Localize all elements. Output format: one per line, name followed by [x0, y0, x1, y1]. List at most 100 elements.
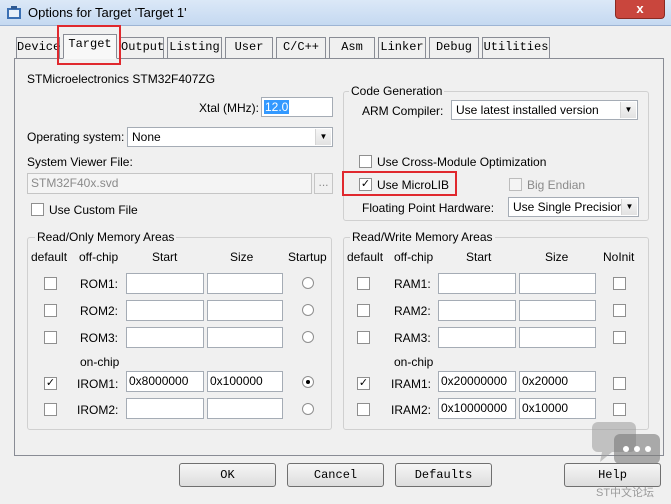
tab-linker[interactable]: Linker: [378, 37, 426, 58]
irom1-default-checkbox[interactable]: ✓: [44, 377, 57, 390]
rom1-default-checkbox[interactable]: [44, 277, 57, 290]
window-title: Options for Target 'Target 1': [28, 5, 187, 20]
irom1-startup-radio[interactable]: [302, 376, 314, 388]
compiler-select[interactable]: Use latest installed version ▼: [451, 100, 638, 120]
irom2-size-input[interactable]: [207, 398, 283, 419]
ok-button[interactable]: OK: [179, 463, 276, 487]
irom2-start-input[interactable]: [126, 398, 204, 419]
irom2-label: IROM2:: [77, 403, 119, 417]
chevron-down-icon: ▼: [620, 102, 636, 118]
device-name: STMicroelectronics STM32F407ZG: [27, 72, 216, 86]
rom3-size-input[interactable]: [207, 327, 283, 348]
cancel-button[interactable]: Cancel: [287, 463, 384, 487]
iram1-label: IRAM1:: [391, 377, 432, 391]
iram2-noinit-checkbox[interactable]: [613, 403, 626, 416]
ro-header-size: Size: [230, 250, 254, 264]
xtal-input[interactable]: 12.0: [261, 97, 333, 117]
rom1-size-input[interactable]: [207, 273, 283, 294]
ro-header-offchip: off-chip: [79, 250, 119, 264]
ram3-label: RAM3:: [394, 331, 431, 345]
tab-user[interactable]: User: [225, 37, 273, 58]
ram1-start-input[interactable]: [438, 273, 516, 294]
rw-memory-legend: Read/Write Memory Areas: [350, 230, 495, 244]
big-endian-checkbox: [509, 178, 522, 191]
irom2-startup-radio[interactable]: [302, 403, 314, 415]
big-endian-label: Big Endian: [527, 178, 586, 192]
forum-watermark-logo: [592, 422, 660, 464]
app-icon: [7, 6, 21, 19]
ram2-default-checkbox[interactable]: [357, 304, 370, 317]
ram2-start-input[interactable]: [438, 300, 516, 321]
rw-header-noinit: NoInit: [603, 250, 635, 264]
ro-header-start: Start: [152, 250, 178, 264]
tab-output[interactable]: Output: [120, 37, 164, 58]
ram1-default-checkbox[interactable]: [357, 277, 370, 290]
rom1-startup-radio[interactable]: [302, 277, 314, 289]
iram1-default-checkbox[interactable]: ✓: [357, 377, 370, 390]
rom2-startup-radio[interactable]: [302, 304, 314, 316]
cross-module-label: Use Cross-Module Optimization: [377, 155, 547, 169]
iram2-size-input[interactable]: 0x10000: [519, 398, 596, 419]
os-label: Operating system:: [27, 130, 125, 144]
xtal-label: Xtal (MHz):: [199, 101, 259, 115]
os-value: None: [132, 130, 161, 144]
tab-listing[interactable]: Listing: [167, 37, 222, 58]
compiler-value: Use latest installed version: [456, 103, 599, 117]
code-generation-legend: Code Generation: [349, 84, 445, 98]
xtal-value: 12.0: [264, 100, 290, 114]
iram1-size-input[interactable]: 0x20000: [519, 371, 596, 392]
microlib-checkbox[interactable]: ✓: [359, 178, 372, 191]
ram2-noinit-checkbox[interactable]: [613, 304, 626, 317]
tab-asm[interactable]: Asm: [329, 37, 375, 58]
rw-onchip-label: on-chip: [394, 355, 434, 369]
iram2-default-checkbox[interactable]: [357, 403, 370, 416]
ro-header-default: default: [31, 250, 68, 264]
iram1-start-input[interactable]: 0x20000000: [438, 371, 516, 392]
defaults-button[interactable]: Defaults: [395, 463, 492, 487]
ram1-size-input[interactable]: [519, 273, 596, 294]
rom2-size-input[interactable]: [207, 300, 283, 321]
ram3-noinit-checkbox[interactable]: [613, 331, 626, 344]
ro-header-startup: Startup: [288, 250, 327, 264]
irom1-size-input[interactable]: 0x100000: [207, 371, 283, 392]
rw-header-start: Start: [466, 250, 492, 264]
rom2-default-checkbox[interactable]: [44, 304, 57, 317]
fpu-select[interactable]: Use Single Precision ▼: [508, 197, 639, 217]
ram3-default-checkbox[interactable]: [357, 331, 370, 344]
irom2-default-checkbox[interactable]: [44, 403, 57, 416]
irom1-start-input[interactable]: 0x8000000: [126, 371, 204, 392]
cross-module-checkbox[interactable]: [359, 155, 372, 168]
ram1-noinit-checkbox[interactable]: [613, 277, 626, 290]
rom2-start-input[interactable]: [126, 300, 204, 321]
ram1-label: RAM1:: [394, 277, 431, 291]
fpu-value: Use Single Precision: [513, 200, 624, 214]
rw-header-default: default: [347, 250, 384, 264]
iram1-noinit-checkbox[interactable]: [613, 377, 626, 390]
svd-label: System Viewer File:: [27, 155, 133, 169]
target-tab-highlight: [57, 25, 121, 65]
svd-browse-button: ...: [314, 173, 333, 194]
ro-memory-legend: Read/Only Memory Areas: [35, 230, 177, 244]
rw-header-offchip: off-chip: [394, 250, 434, 264]
tab-debug[interactable]: Debug: [429, 37, 479, 58]
watermark-text: ST中文论坛: [596, 487, 655, 499]
ram2-size-input[interactable]: [519, 300, 596, 321]
rom3-startup-radio[interactable]: [302, 331, 314, 343]
ram3-start-input[interactable]: [438, 327, 516, 348]
custom-file-checkbox[interactable]: [31, 203, 44, 216]
fpu-label: Floating Point Hardware:: [362, 201, 495, 215]
close-button[interactable]: x: [615, 0, 665, 19]
tab-c-cpp[interactable]: C/C++: [276, 37, 326, 58]
rom1-start-input[interactable]: [126, 273, 204, 294]
ram3-size-input[interactable]: [519, 327, 596, 348]
tab-utilities[interactable]: Utilities: [482, 37, 550, 58]
iram2-start-input[interactable]: 0x10000000: [438, 398, 516, 419]
svd-input: STM32F40x.svd: [27, 173, 312, 194]
rom3-start-input[interactable]: [126, 327, 204, 348]
tab-device[interactable]: Device: [16, 37, 60, 58]
chevron-down-icon: ▼: [621, 199, 637, 215]
ram2-label: RAM2:: [394, 304, 431, 318]
os-select[interactable]: None ▼: [127, 127, 333, 147]
rom3-default-checkbox[interactable]: [44, 331, 57, 344]
custom-file-label: Use Custom File: [49, 203, 138, 217]
